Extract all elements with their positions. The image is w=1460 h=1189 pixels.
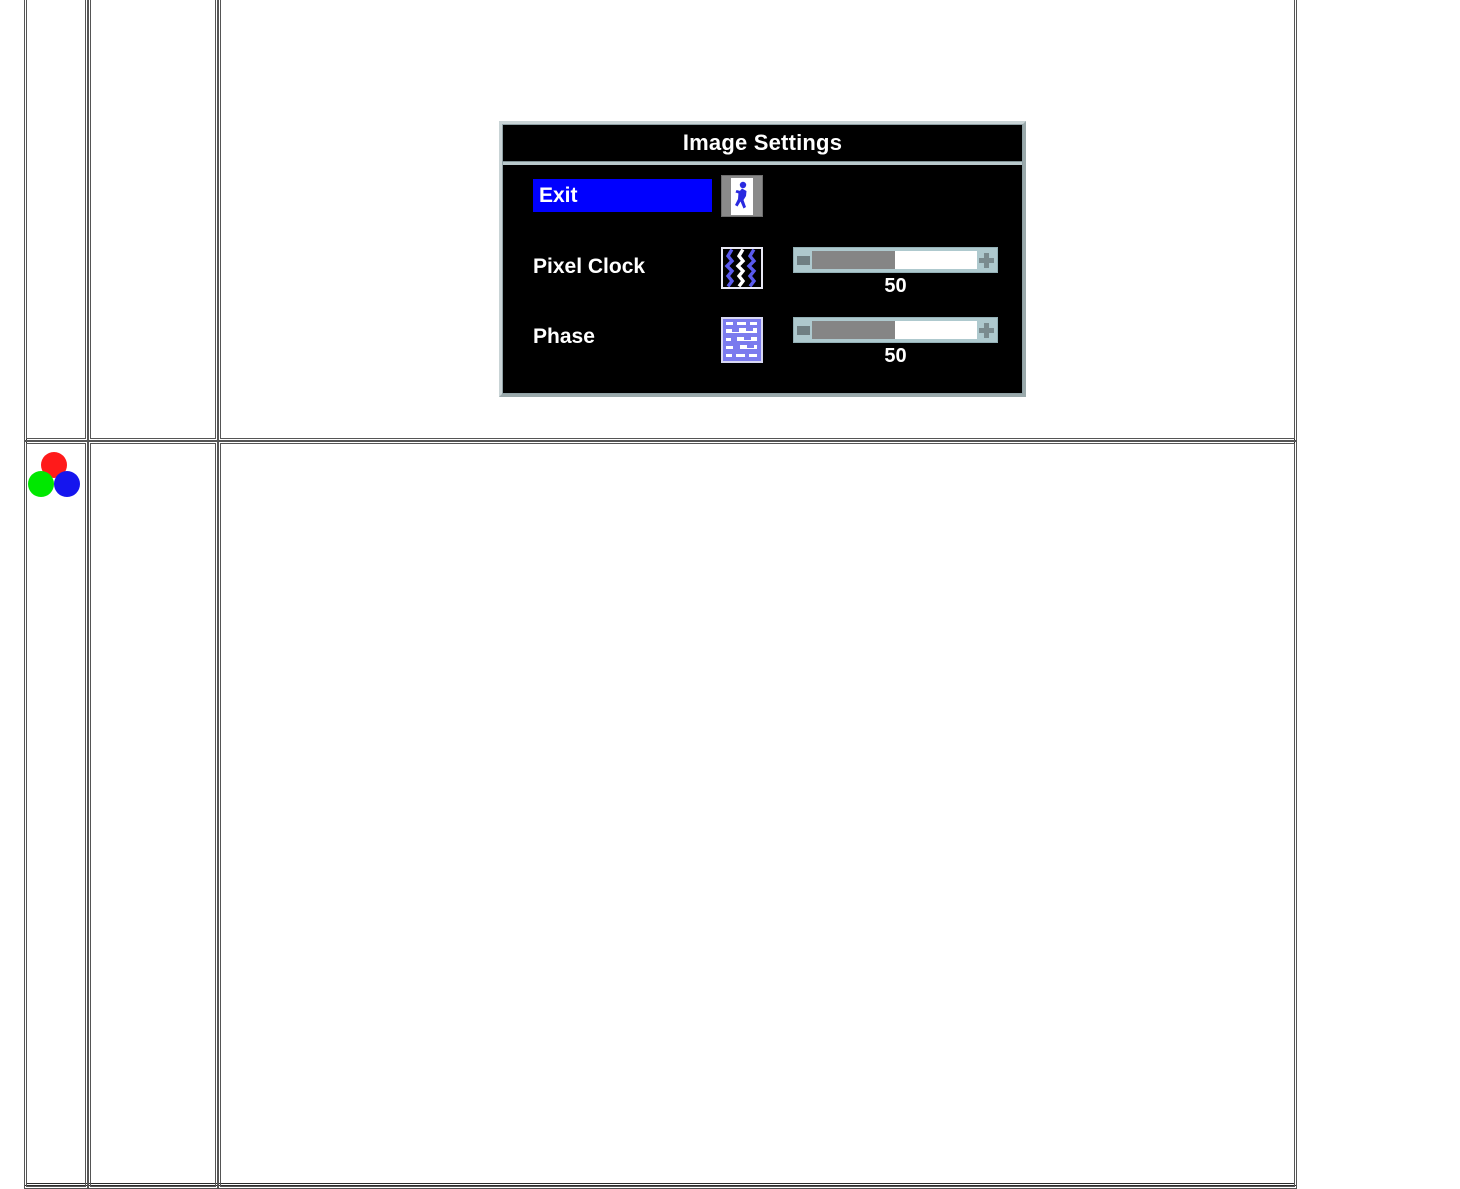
pixel-clock-plus-button[interactable] [979, 252, 994, 268]
pixel-clock-slider-track[interactable] [793, 247, 998, 273]
phase-slider-bar[interactable] [812, 321, 977, 339]
table-cell-col2-row1 [88, 0, 218, 441]
osd-dialog: Image Settings Exit Pixel Clock 50 Phase… [499, 121, 1026, 397]
osd-menu-list: Exit Pixel Clock 50 Phase 50 [503, 161, 1022, 379]
table-cell-col2-row2 [88, 441, 218, 1189]
osd-row-phase-label: Phase [533, 325, 595, 348]
pixel-clock-slider[interactable]: 50 [793, 247, 998, 298]
table-cell-col3-row2 [218, 441, 1297, 1189]
pixel-clock-slider-bar[interactable] [812, 251, 977, 269]
table-cell-col1-row2 [24, 441, 88, 1189]
phase-slider-fill [812, 321, 895, 339]
rgb-circle-green [28, 471, 54, 497]
pixel-clock-slider-fill [812, 251, 895, 269]
pixel-clock-value: 50 [884, 275, 907, 297]
exit-door-icon [721, 175, 763, 217]
phase-pattern-icon [721, 317, 763, 363]
phase-value: 50 [884, 345, 907, 367]
pixel-clock-waves-icon [721, 247, 763, 289]
phase-slider[interactable]: 50 [793, 317, 998, 368]
rgb-circle-blue [54, 471, 80, 497]
phase-minus-button[interactable] [797, 325, 810, 335]
osd-title: Image Settings [503, 125, 1022, 161]
table-cell-col1-row1 [24, 0, 88, 441]
rgb-circles-icon [27, 452, 85, 504]
osd-row-exit-label: Exit [533, 179, 712, 212]
phase-plus-button[interactable] [979, 322, 994, 338]
osd-row-pixel-clock[interactable]: Pixel Clock 50 [503, 239, 1022, 309]
osd-row-exit[interactable]: Exit [503, 169, 1022, 239]
osd-row-pixel-clock-label: Pixel Clock [533, 255, 646, 278]
phase-slider-track[interactable] [793, 317, 998, 343]
osd-row-phase[interactable]: Phase 50 [503, 309, 1022, 379]
pixel-clock-minus-button[interactable] [797, 255, 810, 265]
osd-inner-frame: Image Settings Exit Pixel Clock 50 Phase… [502, 124, 1023, 394]
